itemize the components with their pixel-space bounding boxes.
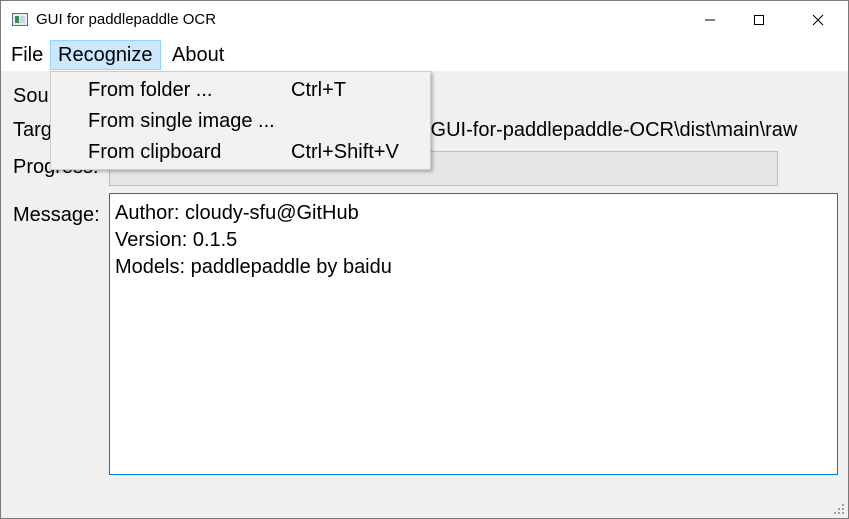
menu-item-shortcut: Ctrl+Shift+V: [291, 141, 399, 163]
menu-bar: File Recognize About: [1, 39, 848, 71]
message-label: Message:: [13, 204, 100, 226]
maximize-icon: [754, 15, 764, 25]
menu-item-shortcut: Ctrl+T: [291, 79, 346, 101]
menu-about[interactable]: About: [165, 40, 231, 70]
message-line-author: Author: cloudy-sfu@GitHub: [115, 202, 359, 224]
menu-item-from-clipboard[interactable]: From clipboard Ctrl+Shift+V: [51, 137, 430, 168]
menu-item-label: From single image ...: [88, 110, 275, 132]
target-path: \GUI-for-paddlepaddle-OCR\dist\main\raw: [425, 119, 798, 141]
menu-file[interactable]: File: [4, 40, 50, 70]
app-icon: [12, 13, 28, 26]
menu-item-label: From clipboard: [88, 141, 222, 163]
menu-item-from-single-image[interactable]: From single image ...: [51, 106, 430, 137]
close-button[interactable]: [795, 1, 841, 39]
message-line-version: Version: 0.1.5: [115, 229, 238, 251]
close-icon: [812, 14, 824, 26]
minimize-icon: [705, 19, 715, 21]
minimize-button[interactable]: [687, 1, 733, 39]
message-textbox[interactable]: Author: cloudy-sfu@GitHub Version: 0.1.5…: [109, 193, 838, 475]
title-bar[interactable]: GUI for paddlepaddle OCR: [1, 1, 848, 39]
resize-grip-icon[interactable]: [832, 502, 844, 514]
window-title: GUI for paddlepaddle OCR: [36, 11, 217, 28]
menu-recognize[interactable]: Recognize: [50, 40, 161, 70]
app-window: GUI for paddlepaddle OCR File Recognize …: [0, 0, 849, 519]
menu-item-label: From folder ...: [88, 79, 213, 101]
recognize-dropdown-menu: From folder ... Ctrl+T From single image…: [50, 71, 431, 170]
menu-item-from-folder[interactable]: From folder ... Ctrl+T: [51, 75, 430, 106]
message-line-models: Models: paddlepaddle by baidu: [115, 256, 392, 278]
maximize-button[interactable]: [736, 1, 782, 39]
